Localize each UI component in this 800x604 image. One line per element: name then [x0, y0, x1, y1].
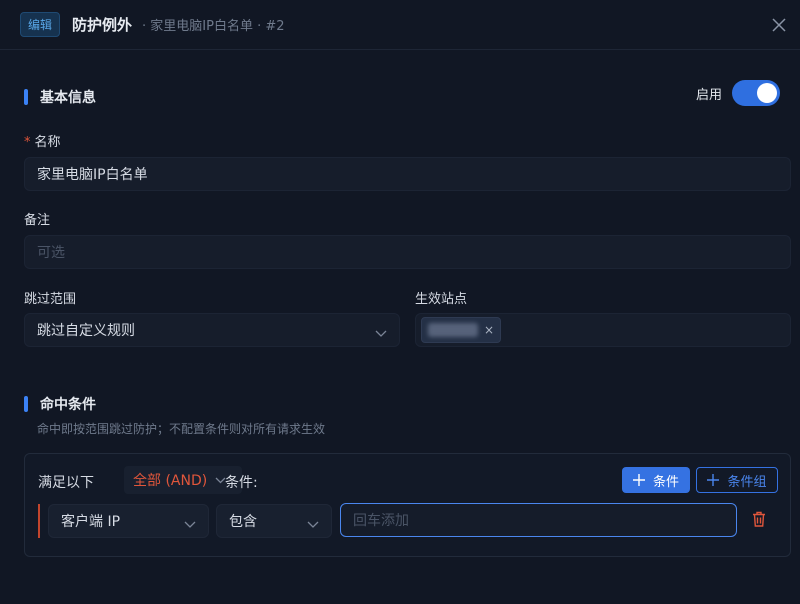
condition-value-placeholder: 回车添加	[353, 513, 409, 529]
condition-field-select[interactable]: 客户端 IP	[48, 504, 209, 538]
section-marker	[24, 89, 28, 105]
chevron-down-icon	[375, 326, 387, 342]
trash-icon[interactable]	[752, 511, 766, 531]
name-label: * 名称	[24, 131, 61, 150]
condition-row-marker	[38, 504, 40, 538]
chevron-down-icon	[184, 517, 196, 533]
dialog-subtitle: · 家里电脑IP白名单 · #2	[142, 19, 285, 34]
note-label: 备注	[24, 213, 51, 228]
site-tag: ×	[421, 317, 502, 343]
dialog-header: 编辑 防护例外 · 家里电脑IP白名单 · #2	[0, 0, 800, 50]
add-condition-label: 条件	[652, 474, 679, 490]
scope-label: 跳过范围	[24, 292, 77, 307]
dialog-title: 防护例外	[72, 16, 133, 34]
enable-toggle-group: 启用	[696, 80, 780, 106]
conditions-suffix: 条件:	[225, 475, 258, 491]
name-label-text: 名称	[34, 135, 61, 150]
section-marker	[24, 396, 28, 412]
condition-field-value: 客户端 IP	[61, 514, 121, 530]
enable-toggle[interactable]	[732, 80, 780, 106]
condition-operator-select[interactable]: 包含	[216, 504, 332, 538]
conditions-hint: 命中即按范围跳过防护；不配置条件则对所有请求生效	[37, 422, 326, 436]
conditions-box: 满足以下 全部 (AND) 条件: 条件 条件组 客户端 IP 包含 回车添加	[24, 453, 791, 557]
basic-info-section-header: 基本信息	[24, 87, 96, 107]
satisfy-label: 满足以下	[38, 475, 94, 491]
toggle-knob	[757, 83, 777, 103]
site-tag-redacted	[428, 323, 478, 337]
add-group-label: 条件组	[727, 474, 767, 490]
plus-icon	[707, 474, 720, 486]
conditions-title: 命中条件	[40, 397, 96, 413]
condition-value-input[interactable]: 回车添加	[340, 503, 737, 537]
add-condition-group-button[interactable]: 条件组	[696, 467, 778, 493]
chevron-down-icon	[307, 517, 319, 533]
name-value: 家里电脑IP白名单	[37, 167, 148, 183]
plus-icon	[632, 474, 645, 486]
add-condition-button[interactable]: 条件	[622, 467, 690, 493]
edit-badge: 编辑	[20, 12, 61, 37]
close-icon[interactable]	[766, 12, 792, 38]
note-input[interactable]: 可选	[24, 235, 791, 269]
note-placeholder: 可选	[37, 245, 65, 261]
conditions-section-header: 命中条件	[24, 394, 96, 414]
required-mark: *	[24, 135, 31, 150]
sites-label: 生效站点	[415, 292, 468, 307]
scope-select[interactable]: 跳过自定义规则	[24, 313, 400, 347]
scope-value: 跳过自定义规则	[37, 323, 135, 339]
match-mode-value: 全部 (AND)	[133, 473, 208, 489]
sites-select[interactable]: ×	[415, 313, 791, 347]
basic-info-title: 基本信息	[40, 90, 96, 106]
site-tag-remove-icon[interactable]: ×	[484, 323, 494, 337]
name-input[interactable]: 家里电脑IP白名单	[24, 157, 791, 191]
condition-operator-value: 包含	[229, 514, 257, 530]
enable-label: 启用	[695, 87, 722, 103]
